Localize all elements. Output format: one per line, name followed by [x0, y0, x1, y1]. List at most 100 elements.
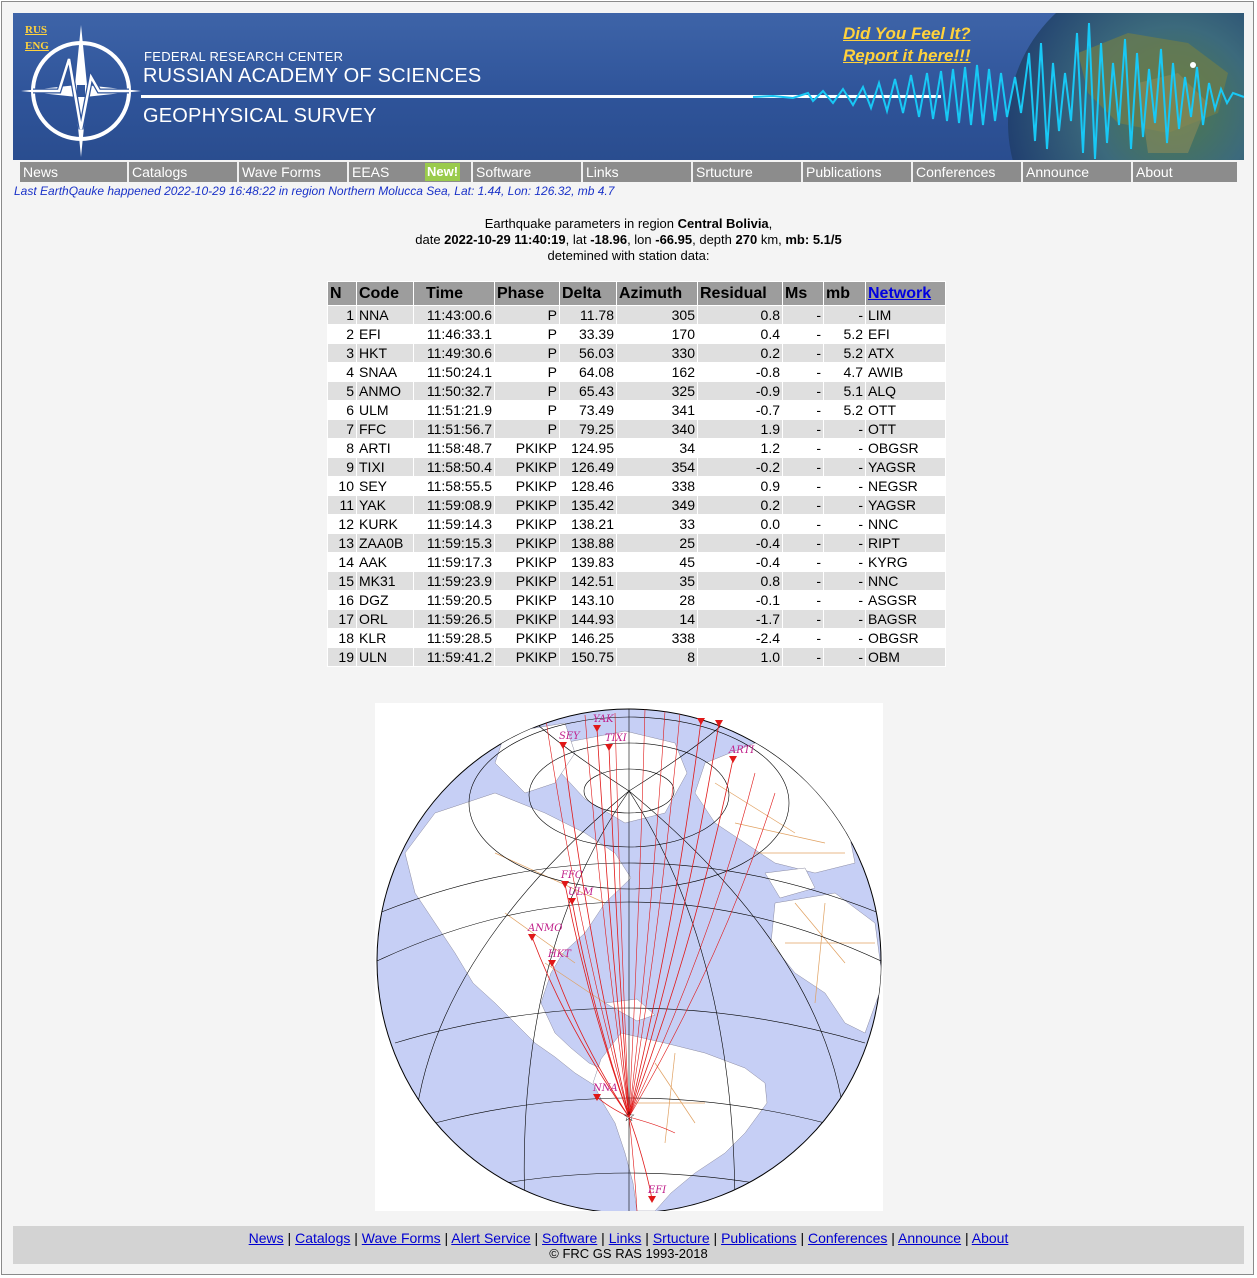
table-cell-n: 6 [327, 400, 357, 420]
col-network[interactable]: Network [865, 281, 946, 306]
nav-catalogs[interactable]: Catalogs [127, 162, 236, 182]
table-cell-phase: P [494, 305, 560, 325]
footer-separator: | [530, 1230, 543, 1246]
table-cell-phase: PKIKP [494, 495, 560, 515]
col-residual: Residual [697, 281, 783, 306]
footer-link-announce[interactable]: Announce [898, 1230, 961, 1246]
footer-link-wave-forms[interactable]: Wave Forms [362, 1230, 441, 1246]
nav-links[interactable]: Links [581, 162, 690, 182]
table-cell-delta: 144.93 [559, 609, 617, 629]
nav-news[interactable]: News [20, 162, 125, 182]
table-cell-delta: 33.39 [559, 324, 617, 344]
table-cell-network: YAGSR [865, 495, 946, 515]
table-cell-network: ATX [865, 343, 946, 363]
footer-separator: | [961, 1230, 972, 1246]
table-cell-n: 14 [327, 552, 357, 572]
nav-publications[interactable]: Publications [801, 162, 910, 182]
table-row: 10 SEY 11:58:55.5 PKIKP 128.46 338 0.9- - NEGSR [327, 476, 946, 496]
station-label: EFI [647, 1185, 667, 1196]
table-cell-azimuth: 35 [616, 571, 698, 591]
footer-link-software[interactable]: Software [542, 1230, 597, 1246]
table-cell-n: 2 [327, 324, 357, 344]
table-cell-azimuth: 8 [616, 647, 698, 667]
nav-eeas[interactable]: EEAS [347, 162, 422, 182]
table-cell-phase: PKIKP [494, 552, 560, 572]
table-cell-mb: - [823, 590, 866, 610]
table-cell-residual: 0.2 [697, 495, 783, 515]
table-cell-network: LIM [865, 305, 946, 325]
table-cell-mb: - [823, 438, 866, 458]
table-cell-time: 11:59:23.9 [413, 571, 495, 591]
footer-link-srtucture[interactable]: Srtucture [653, 1230, 710, 1246]
table-cell-mb: - [823, 514, 866, 534]
station-label: ARTI [728, 745, 755, 756]
table-cell-delta: 142.51 [559, 571, 617, 591]
nav-about[interactable]: About [1131, 162, 1236, 182]
nav-wave-forms[interactable]: Wave Forms [237, 162, 346, 182]
table-cell-ms: - [782, 381, 824, 401]
table-cell-time: 11:46:33.1 [413, 324, 495, 344]
table-cell-time: 11:59:15.3 [413, 533, 495, 553]
table-row: 7 FFC 11:51:56.7 P 79.25 340 1.9- - OTT [327, 419, 946, 439]
table-cell-n: 19 [327, 647, 357, 667]
table-cell-phase: PKIKP [494, 647, 560, 667]
station-table: N Code Time Phase Delta Azimuth Residual… [327, 281, 946, 667]
col-ms: Ms [782, 281, 824, 306]
table-cell-azimuth: 33 [616, 514, 698, 534]
table-cell-residual: 1.9 [697, 419, 783, 439]
network-link[interactable]: Network [868, 285, 931, 302]
table-cell-ms: - [782, 362, 824, 382]
footer-link-news[interactable]: News [249, 1230, 284, 1246]
footer-separator: | [283, 1230, 296, 1246]
table-cell-residual: -0.1 [697, 590, 783, 610]
table-cell-n: 1 [327, 305, 357, 325]
table-row: 9 TIXI 11:58:50.4 PKIKP 126.49 354 -0.2- - YAGSR [327, 457, 946, 477]
lon-label: , lon [627, 232, 656, 247]
table-cell-ms: - [782, 647, 824, 667]
table-cell-delta: 79.25 [559, 419, 617, 439]
lat-label: , lat [565, 232, 591, 247]
table-cell-n: 5 [327, 381, 357, 401]
footer-link-about[interactable]: About [972, 1230, 1009, 1246]
table-cell-n: 13 [327, 533, 357, 553]
nav-conferences[interactable]: Conferences [911, 162, 1020, 182]
table-cell-delta: 56.03 [559, 343, 617, 363]
table-row: 8 ARTI 11:58:48.7 PKIKP 124.95 34 1.2- - OBGSR [327, 438, 946, 458]
footer-link-links[interactable]: Links [609, 1230, 642, 1246]
nav-announce[interactable]: Announce [1021, 162, 1130, 182]
globe-map: YAK SEY TIXI ARTI FFC ULM ANMO HKT NNA EFI ☆ [376, 708, 882, 1214]
table-cell-phase: PKIKP [494, 609, 560, 629]
table-cell-network: NEGSR [865, 476, 946, 496]
footer-link-catalogs[interactable]: Catalogs [295, 1230, 350, 1246]
table-cell-delta: 11.78 [559, 305, 617, 325]
seismogram-trace-icon [753, 22, 1244, 160]
table-cell-code: MK31 [356, 571, 414, 591]
table-cell-code: ULM [356, 400, 414, 420]
footer-link-publications[interactable]: Publications [721, 1230, 797, 1246]
table-cell-time: 11:58:48.7 [413, 438, 495, 458]
table-cell-network: OBGSR [865, 628, 946, 648]
new-badge[interactable]: New! [425, 163, 461, 181]
params-prefix: Earthquake parameters in region [484, 216, 678, 231]
station-label: SEY [559, 731, 581, 742]
table-cell-time: 11:49:30.6 [413, 343, 495, 363]
table-cell-mb: - [823, 628, 866, 648]
footer-link-conferences[interactable]: Conferences [808, 1230, 887, 1246]
table-cell-delta: 138.88 [559, 533, 617, 553]
station-label: TIXI [605, 733, 628, 744]
nav-structure[interactable]: Srtucture [691, 162, 800, 182]
table-cell-mb: 5.2 [823, 343, 866, 363]
table-cell-network: ALQ [865, 381, 946, 401]
footer-link-alert-service[interactable]: Alert Service [451, 1230, 530, 1246]
table-cell-code: KLR [356, 628, 414, 648]
table-cell-code: ARTI [356, 438, 414, 458]
epicenter-star-icon: ☆ [623, 1108, 636, 1124]
table-cell-delta: 135.42 [559, 495, 617, 515]
table-cell-ms: - [782, 438, 824, 458]
table-cell-mb: 5.2 [823, 324, 866, 344]
table-row: 5 ANMO 11:50:32.7 P 65.43 325 -0.9-5.1 ALQ [327, 381, 946, 401]
nav-software[interactable]: Software [471, 162, 580, 182]
footer-separator: | [641, 1230, 653, 1246]
last-earthquake-notice[interactable]: Last EarthQauke happened 2022-10-29 16:4… [14, 184, 614, 198]
col-time: Time [413, 281, 495, 306]
